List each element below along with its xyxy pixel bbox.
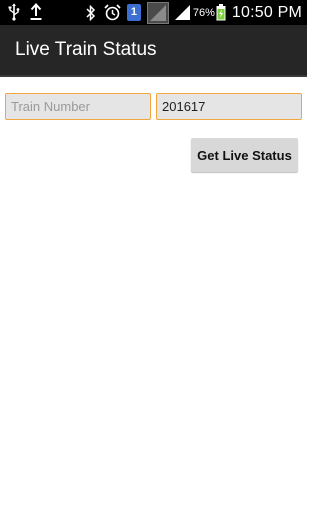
battery-percent: 76% [192,6,215,19]
app-title: Live Train Status [15,39,157,60]
alarm-icon [104,4,121,21]
status-bar: 1 76% 10:50 PM [0,0,307,25]
action-bar: Live Train Status [0,25,307,77]
no-signal-icon [146,1,169,24]
usb-icon [8,3,20,21]
status-bar-right: 1 76% 10:50 PM [85,0,302,25]
bluetooth-icon [85,4,96,21]
get-live-status-button[interactable]: Get Live Status [191,138,298,172]
train-date-input[interactable] [156,93,302,120]
sim-icon: 1 [126,4,141,21]
train-number-input[interactable] [5,93,151,120]
battery-icon [216,4,226,21]
signal-icon [174,5,190,20]
upload-icon [30,3,42,21]
clock: 10:50 PM [231,3,302,21]
status-bar-left [8,3,42,21]
